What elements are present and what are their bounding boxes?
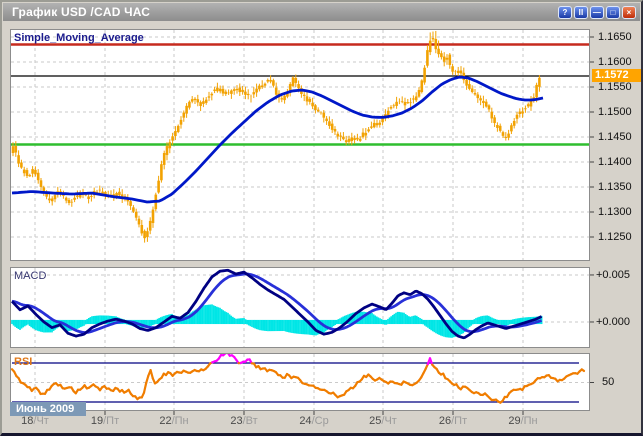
price-axis-label: 1.1350 bbox=[598, 181, 632, 193]
price-axis-label: 1.1500 bbox=[598, 106, 632, 118]
date-axis-label: 23/Вт bbox=[222, 415, 266, 427]
rsi-indicator-label: RSI bbox=[14, 356, 32, 368]
date-axis-label: 26/Пт bbox=[431, 415, 475, 427]
price-axis-label: 1.1250 bbox=[598, 231, 632, 243]
month-badge: Июнь 2009 bbox=[10, 402, 86, 416]
price-axis-label: 1.1400 bbox=[598, 156, 632, 168]
price-axis-label: 1.1450 bbox=[598, 131, 632, 143]
indicator-axis-label: +0.000 bbox=[596, 316, 630, 328]
chart-window: График USD /CAD ЧАС ? II — □ × Simple_Mo… bbox=[0, 0, 643, 436]
date-axis-label: 19/Пт bbox=[83, 415, 127, 427]
date-axis-label: 29/Пн bbox=[501, 415, 545, 427]
price-axis-label: 1.1550 bbox=[598, 81, 632, 93]
sma-indicator-label: Simple_Moving_Average bbox=[14, 32, 144, 44]
price-axis-label: 1.1300 bbox=[598, 206, 632, 218]
date-axis-label: 24/Ср bbox=[292, 415, 336, 427]
price-axis-label: 1.1600 bbox=[598, 56, 632, 68]
indicator-axis-label: 50 bbox=[602, 376, 614, 388]
macd-indicator-label: MACD bbox=[14, 270, 46, 282]
date-axis-label: 22/Пн bbox=[152, 415, 196, 427]
chart-canvas[interactable] bbox=[2, 2, 643, 436]
date-axis-label: 25/Чт bbox=[361, 415, 405, 427]
date-axis-label: 18/Чт bbox=[13, 415, 57, 427]
price-axis-label: 1.1650 bbox=[598, 31, 632, 43]
indicator-axis-label: +0.005 bbox=[596, 269, 630, 281]
